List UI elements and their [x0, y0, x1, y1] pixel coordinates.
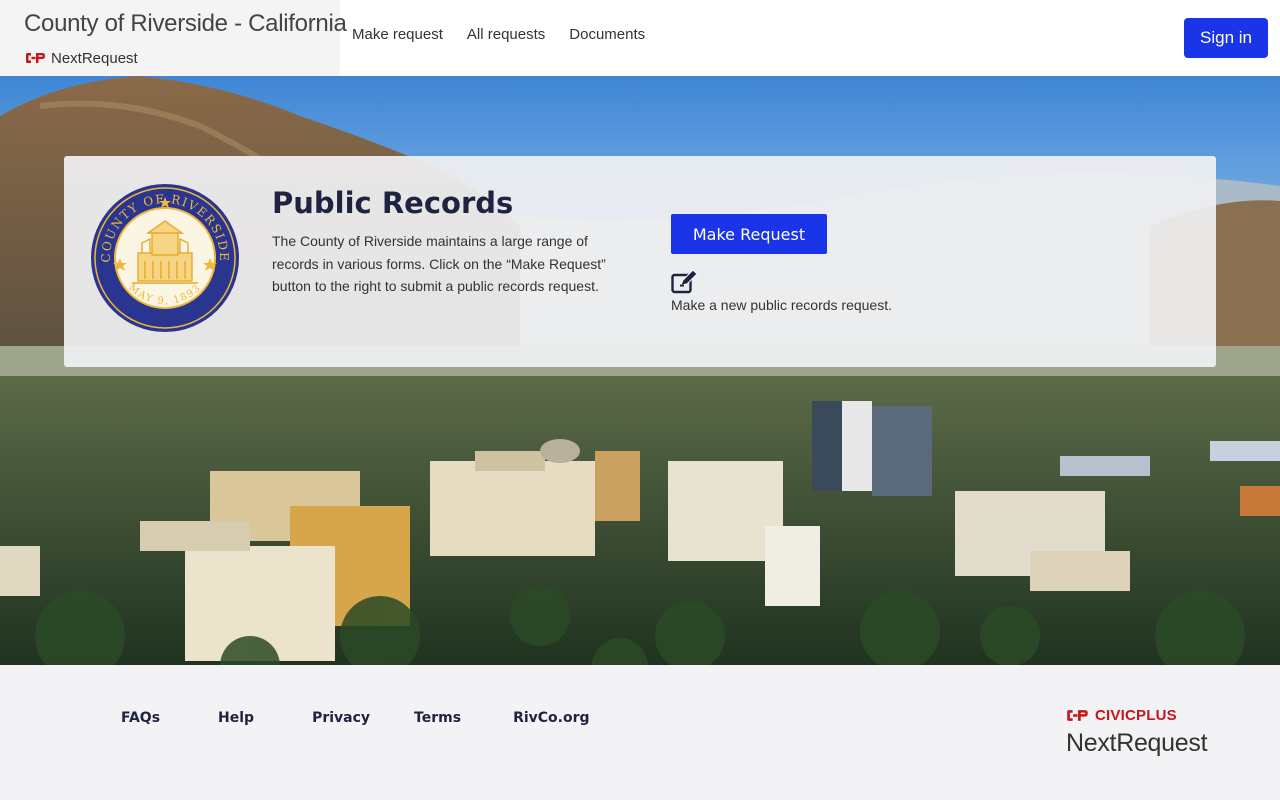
nav-all-requests[interactable]: All requests — [467, 26, 545, 43]
make-request-button[interactable]: Make Request — [671, 214, 827, 254]
brand-subtitle-text: NextRequest — [51, 49, 138, 67]
page-title: Public Records — [272, 186, 514, 220]
public-records-card: COUNTY OF RIVERSIDE MAY 9, 1893 Public R… — [64, 156, 1216, 367]
brand-subtitle: NextRequest — [25, 49, 138, 67]
nextrequest-brand: NextRequest — [1066, 729, 1208, 757]
civicplus-text: CIVICPLUS — [1095, 707, 1177, 724]
main-nav: Make request All requests Documents — [352, 26, 645, 43]
top-header: County of Riverside - California NextReq… — [0, 0, 1280, 76]
footer-link-terms[interactable]: Terms — [414, 710, 461, 726]
hero-banner: COUNTY OF RIVERSIDE MAY 9, 1893 Public R… — [0, 76, 1280, 665]
footer-link-rivco[interactable]: RivCo.org — [513, 710, 589, 726]
site-title[interactable]: County of Riverside - California — [24, 10, 347, 38]
make-request-note: Make a new public records request. — [671, 270, 911, 316]
civicplus-brand: CIVICPLUS — [1066, 707, 1177, 724]
sign-in-button[interactable]: Sign in — [1184, 18, 1268, 58]
nav-make-request[interactable]: Make request — [352, 26, 443, 43]
footer-links: FAQs Help Privacy Terms RivCo.org — [121, 710, 590, 726]
civicplus-logo-icon — [26, 53, 45, 63]
footer: FAQs Help Privacy Terms RivCo.org CIVICP… — [0, 665, 1280, 800]
footer-link-faqs[interactable]: FAQs — [121, 710, 160, 726]
civicplus-logo-icon — [1067, 710, 1088, 721]
nav-documents[interactable]: Documents — [569, 26, 645, 43]
brand-block[interactable]: County of Riverside - California NextReq… — [0, 0, 347, 76]
footer-link-help[interactable]: Help — [218, 710, 254, 726]
footer-link-privacy[interactable]: Privacy — [312, 710, 370, 726]
make-request-note-text: Make a new public records request. — [671, 297, 892, 313]
records-description: The County of Riverside maintains a larg… — [272, 233, 606, 294]
county-seal-icon: COUNTY OF RIVERSIDE MAY 9, 1893 — [91, 184, 239, 332]
edit-icon — [671, 270, 698, 294]
